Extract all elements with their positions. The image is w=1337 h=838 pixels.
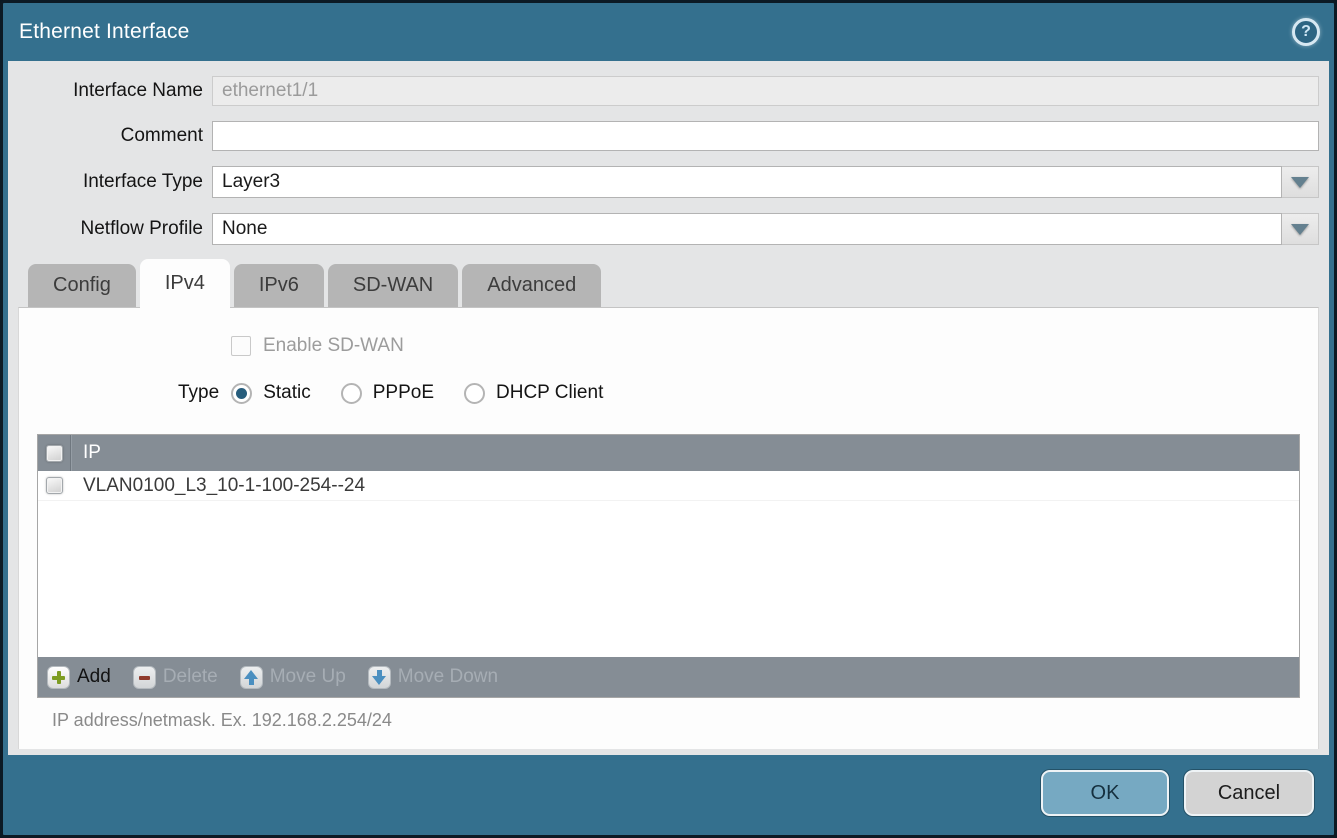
ip-table-header: IP [38,435,1299,471]
radio-static-label: Static [263,382,311,404]
ip-column-header: IP [71,442,101,464]
enable-sdwan-checkbox [231,336,251,356]
netflow-profile-label: Netflow Profile [18,218,203,240]
interface-type-dropdown-button[interactable] [1282,166,1319,198]
radio-pppoe-label: PPPoE [373,382,434,404]
radio-dhcp-client-control[interactable] [464,383,485,404]
chevron-down-icon [1291,224,1309,235]
row-checkbox-cell [38,477,71,494]
netflow-profile-combo[interactable] [212,213,1319,245]
tab-strip: Config IPv4 IPv6 SD-WAN Advanced [18,258,1319,307]
tab-ipv4[interactable]: IPv4 [140,259,230,308]
tab-advanced[interactable]: Advanced [462,264,601,307]
ipv4-panel: Enable SD-WAN Type Static PPPoE DHCP Cli… [18,307,1319,749]
move-down-label: Move Down [398,666,498,688]
radio-pppoe-control[interactable] [341,383,362,404]
interface-type-combo[interactable] [212,166,1319,198]
row-checkbox[interactable] [46,477,63,494]
help-icon[interactable]: ? [1292,18,1320,46]
move-down-button: Move Down [368,666,498,689]
radio-dhcp-client[interactable]: DHCP Client [464,382,603,404]
move-up-label: Move Up [270,666,346,688]
interface-type-label: Interface Type [18,171,203,193]
interface-type-row: Interface Type [18,166,1319,198]
type-row: Type Static PPPoE DHCP Client [178,380,1300,406]
tab-ipv6[interactable]: IPv6 [234,264,324,307]
select-all-checkbox[interactable] [46,445,63,462]
netflow-profile-input[interactable] [212,213,1282,245]
radio-static-control[interactable] [231,383,252,404]
comment-row: Comment [18,121,1319,151]
arrow-up-icon [240,666,263,689]
header-checkbox-cell [38,435,71,471]
interface-type-input[interactable] [212,166,1282,198]
netflow-profile-row: Netflow Profile [18,213,1319,245]
radio-dot [236,388,247,399]
add-button[interactable]: Add [47,666,111,689]
interface-name-label: Interface Name [18,80,203,102]
type-label: Type [178,382,219,404]
dialog-title: Ethernet Interface [19,20,190,44]
delete-label: Delete [163,666,218,688]
enable-sdwan-row: Enable SD-WAN [231,335,1300,357]
hint-text: IP address/netmask. Ex. 192.168.2.254/24 [52,710,1300,731]
comment-label: Comment [18,125,203,147]
delete-button: Delete [133,666,218,689]
tab-config[interactable]: Config [28,264,136,307]
interface-name-input [212,76,1319,106]
add-label: Add [77,666,111,688]
dialog-body: Interface Name Comment Interface Type Ne… [8,61,1329,755]
table-row[interactable]: VLAN0100_L3_10-1-100-254--24 [38,471,1299,501]
cancel-button[interactable]: Cancel [1184,770,1314,816]
minus-icon [133,666,156,689]
tab-sdwan[interactable]: SD-WAN [328,264,458,307]
arrow-down-icon [368,666,391,689]
netflow-profile-dropdown-button[interactable] [1282,213,1319,245]
enable-sdwan-label: Enable SD-WAN [263,335,404,357]
dialog-footer: OK Cancel [3,755,1334,835]
ip-cell: VLAN0100_L3_10-1-100-254--24 [71,475,365,497]
radio-dhcp-client-label: DHCP Client [496,382,603,404]
interface-name-row: Interface Name [18,76,1319,106]
radio-static[interactable]: Static [231,382,311,404]
ip-table: IP VLAN0100_L3_10-1-100-254--24 Add [37,434,1300,698]
dialog-titlebar: Ethernet Interface ? [3,3,1334,61]
radio-pppoe[interactable]: PPPoE [341,382,434,404]
table-toolbar: Add Delete Move Up Move Down [38,657,1299,697]
ip-table-body: VLAN0100_L3_10-1-100-254--24 [38,471,1299,657]
move-up-button: Move Up [240,666,346,689]
ok-button[interactable]: OK [1041,770,1169,816]
plus-icon [47,666,70,689]
ethernet-interface-dialog: Ethernet Interface ? Interface Name Comm… [0,0,1337,838]
comment-input[interactable] [212,121,1319,151]
chevron-down-icon [1291,177,1309,188]
question-mark-glyph: ? [1301,24,1311,40]
